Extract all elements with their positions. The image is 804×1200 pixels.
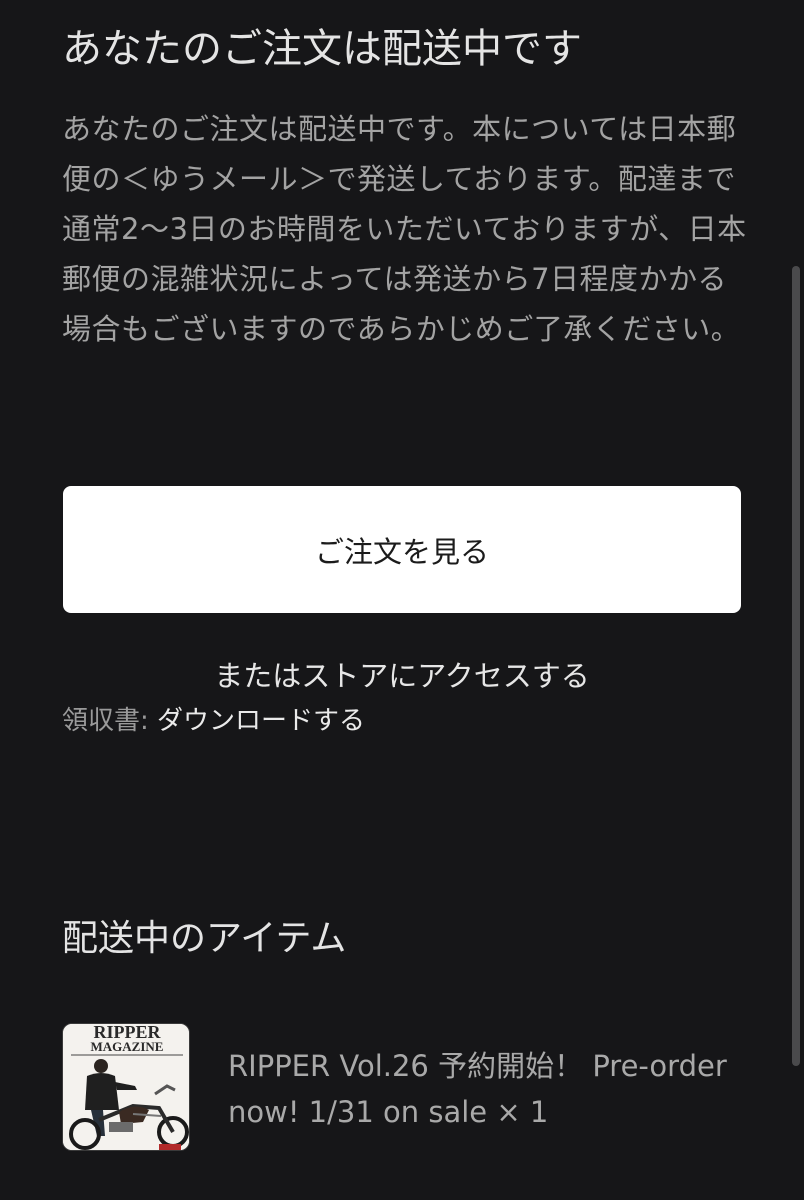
page-title: あなたのご注文は配送中です (62, 26, 582, 72)
cover-masthead-bottom: MAGAZINE (91, 1039, 164, 1054)
receipt-label: 領収書: (62, 706, 149, 736)
product-thumbnail: RIPPER MAGAZINE (62, 1023, 190, 1151)
list-item[interactable]: RIPPER MAGAZINE RIPPER Vol.26 予約開始！ Pre-… (62, 1023, 742, 1153)
item-title: RIPPER Vol.26 予約開始！ Pre-order now! 1/31 … (228, 1049, 727, 1129)
shipping-description: あなたのご注文は配送中です。本については日本郵便の＜ゆうメール＞で発送しておりま… (62, 112, 747, 346)
item-quantity: × 1 (496, 1095, 549, 1129)
scrollbar[interactable] (792, 266, 800, 1066)
store-link-row: またはストアにアクセスする (0, 652, 804, 700)
magazine-cover-image: RIPPER MAGAZINE (63, 1024, 189, 1150)
receipt-row: 領収書: ダウンロードする (62, 700, 365, 742)
receipt-download-link[interactable]: ダウンロードする (157, 706, 365, 736)
view-order-button[interactable]: ご注文を見る (63, 486, 741, 613)
item-name: RIPPER Vol.26 予約開始！ Pre-order now! 1/31 … (228, 1043, 728, 1135)
items-section-title: 配送中のアイテム (62, 918, 347, 959)
visit-store-link[interactable]: またはストアにアクセスする (214, 659, 590, 693)
